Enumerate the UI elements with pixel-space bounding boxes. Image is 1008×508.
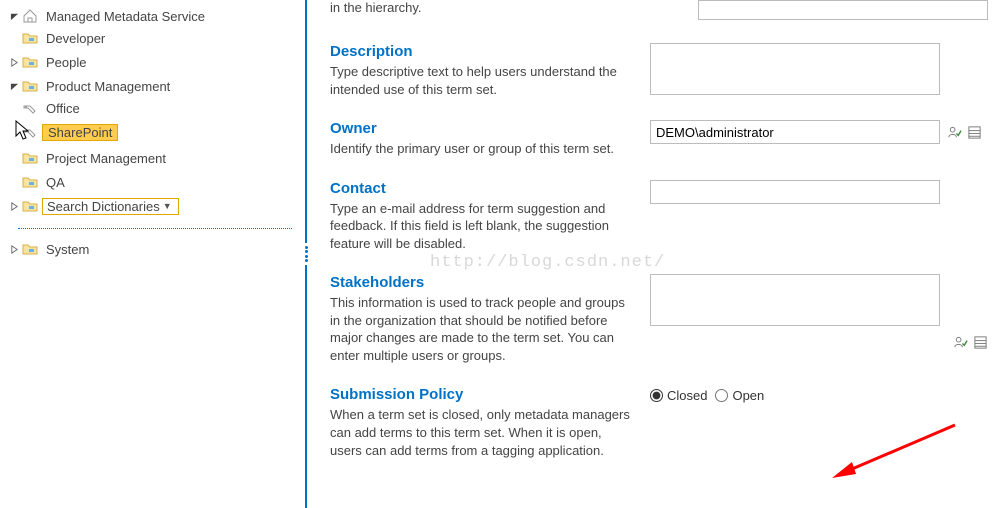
submission-help: When a term set is closed, only metadata… (330, 406, 632, 459)
tree-node-developer[interactable]: Developer (8, 28, 292, 48)
chevron-down-icon: ▼ (163, 201, 172, 211)
section-stakeholders: Stakeholders This information is used to… (330, 274, 1008, 364)
section-owner: Owner Identify the primary user or group… (330, 120, 1008, 158)
folder-tags-icon (22, 174, 38, 190)
folder-tags-icon (22, 198, 38, 214)
term-set-name-input[interactable] (698, 0, 988, 20)
tree-node-sharepoint-label[interactable]: SharePoint (42, 124, 118, 141)
tree-node-system[interactable]: System (8, 239, 292, 259)
folder-tags-icon (22, 54, 38, 70)
section-submission-policy: Submission Policy When a term set is clo… (330, 386, 1008, 459)
owner-input[interactable] (650, 120, 940, 144)
folder-tags-icon (22, 241, 38, 257)
owner-help: Identify the primary user or group of th… (330, 140, 632, 158)
tag-icon (22, 100, 38, 116)
stakeholders-heading: Stakeholders (330, 274, 632, 291)
stakeholders-help: This information is used to track people… (330, 294, 632, 364)
taxonomy-tree-sidebar: Managed Metadata Service Developer (0, 0, 300, 508)
description-heading: Description (330, 43, 632, 60)
folder-tags-icon (22, 150, 38, 166)
caret-right-icon[interactable] (8, 56, 20, 68)
tree-node-search-dictionaries-dropdown[interactable]: Search Dictionaries ▼ (42, 198, 179, 215)
owner-heading: Owner (330, 120, 632, 137)
caret-down-icon[interactable] (8, 10, 20, 22)
section-description: Description Type descriptive text to hel… (330, 43, 1008, 98)
house-icon (22, 8, 38, 24)
stakeholders-textarea[interactable] (650, 274, 940, 326)
splitter-vertical[interactable] (300, 0, 312, 508)
check-names-icon[interactable] (946, 124, 962, 140)
tree-node-search-dictionaries[interactable]: Search Dictionaries ▼ (8, 196, 292, 216)
browse-people-icon[interactable] (966, 124, 982, 140)
radio-open-label[interactable]: Open (715, 388, 764, 403)
radio-closed-label[interactable]: Closed (650, 388, 707, 403)
tree-node-product-management[interactable]: Product Management (8, 76, 292, 96)
contact-help: Type an e-mail address for term suggesti… (330, 200, 632, 253)
radio-open[interactable] (715, 389, 728, 402)
tree-node-sharepoint[interactable]: SharePoint (8, 122, 292, 142)
section-contact: Contact Type an e-mail address for term … (330, 180, 1008, 253)
tree-node-office[interactable]: Office (8, 98, 292, 118)
tree-node-people[interactable]: People (8, 52, 292, 72)
cursor-icon (15, 120, 31, 142)
tree-root-label[interactable]: Managed Metadata Service (42, 8, 209, 25)
description-help: Type descriptive text to help users unde… (330, 63, 632, 98)
browse-people-icon[interactable] (972, 334, 988, 350)
folder-tags-icon (22, 30, 38, 46)
tree-node-project-management[interactable]: Project Management (8, 148, 292, 168)
caret-right-icon[interactable] (8, 200, 20, 212)
submission-heading: Submission Policy (330, 386, 632, 403)
caret-right-icon[interactable] (8, 243, 20, 255)
radio-closed[interactable] (650, 389, 663, 402)
contact-heading: Contact (330, 180, 632, 197)
top-help-fragment: in the hierarchy. (330, 0, 422, 15)
tree-root-node[interactable]: Managed Metadata Service (8, 6, 292, 26)
contact-input[interactable] (650, 180, 940, 204)
description-textarea[interactable] (650, 43, 940, 95)
caret-down-icon[interactable] (8, 80, 20, 92)
check-names-icon[interactable] (952, 334, 968, 350)
tree-separator (18, 228, 292, 229)
folder-tags-icon (22, 78, 38, 94)
term-set-properties-panel: in the hierarchy. Description Type descr… (330, 0, 1008, 508)
tree-node-qa[interactable]: QA (8, 172, 292, 192)
